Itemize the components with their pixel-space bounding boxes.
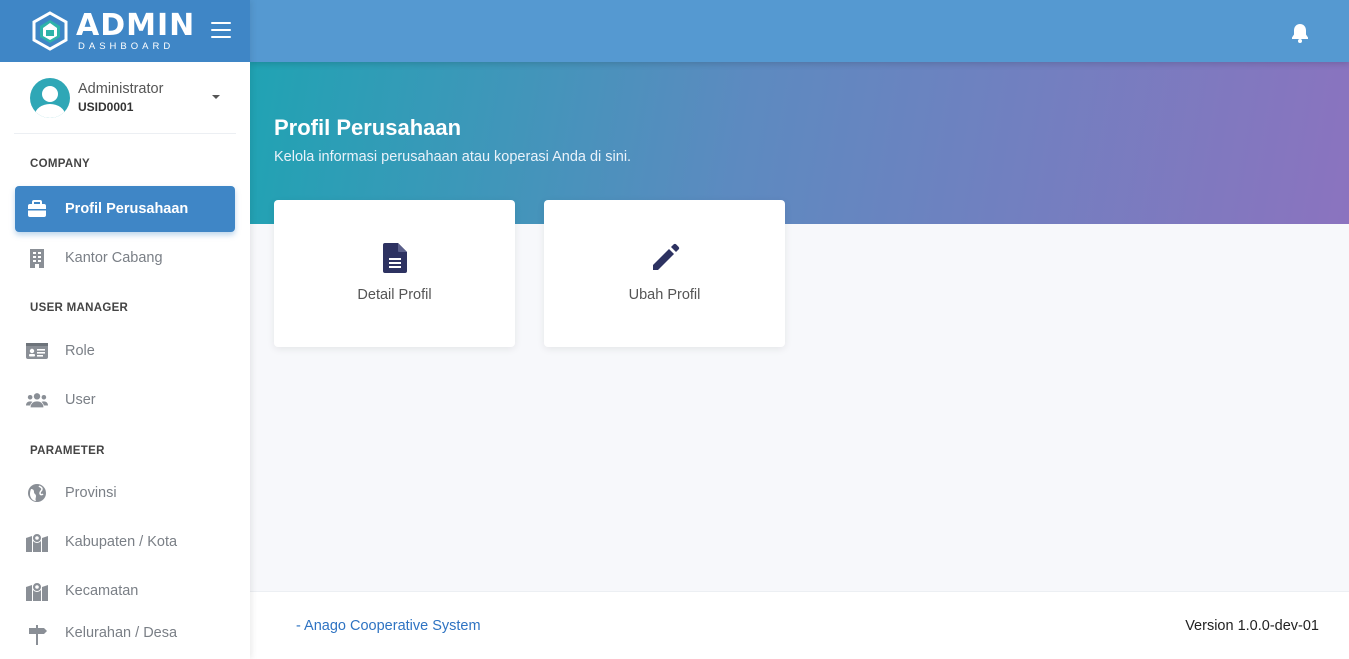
users-icon bbox=[26, 390, 48, 410]
logo-text: ADMIN DASHBOARD bbox=[76, 7, 196, 52]
sidebar-item-role[interactable]: Role bbox=[15, 328, 235, 374]
briefcase-icon bbox=[26, 199, 48, 219]
document-icon bbox=[380, 243, 410, 273]
sidebar-item-label: User bbox=[65, 392, 96, 408]
section-company: COMPANY bbox=[30, 158, 91, 170]
user-name: Administrator bbox=[78, 81, 164, 97]
user-menu[interactable]: Administrator USID0001 bbox=[14, 62, 236, 134]
sidebar-item-label: Provinsi bbox=[65, 485, 117, 501]
map-marker-icon bbox=[26, 581, 48, 601]
sidebar-item-kabupaten-kota[interactable]: Kabupaten / Kota bbox=[15, 519, 235, 565]
brand-bar: ADMIN DASHBOARD bbox=[0, 0, 250, 62]
detail-profil-card[interactable]: Detail Profil bbox=[274, 200, 515, 347]
sidebar-item-label: Kabupaten / Kota bbox=[65, 534, 178, 550]
logo-sub-text: DASHBOARD bbox=[78, 40, 175, 52]
sidebar-item-kelurahan-desa[interactable]: Kelurahan / Desa bbox=[15, 617, 235, 647]
caret-down-icon[interactable] bbox=[212, 95, 220, 99]
sidebar-item-label: Profil Perusahaan bbox=[65, 201, 189, 217]
bell-icon[interactable] bbox=[1291, 23, 1309, 43]
sidebar-item-kantor-cabang[interactable]: Kantor Cabang bbox=[15, 235, 235, 281]
sidebar-item-provinsi[interactable]: Provinsi bbox=[15, 470, 235, 516]
map-marker-icon bbox=[26, 532, 48, 552]
section-user-manager: USER MANAGER bbox=[30, 302, 129, 314]
pencil-icon bbox=[650, 243, 680, 273]
page-title: Profil Perusahaan bbox=[274, 115, 462, 140]
logo-main-text: ADMIN bbox=[76, 7, 196, 43]
sidebar-item-user[interactable]: User bbox=[15, 377, 235, 423]
footer: - Anago Cooperative System Version 1.0.0… bbox=[250, 591, 1349, 659]
page-subtitle: Kelola informasi perusahaan atau koperas… bbox=[274, 149, 632, 165]
building-icon bbox=[26, 248, 48, 268]
card-label: Ubah Profil bbox=[628, 287, 701, 303]
topbar bbox=[250, 0, 1349, 62]
sidebar-item-label: Role bbox=[65, 343, 95, 359]
menu-toggle-icon[interactable] bbox=[211, 22, 231, 38]
sidebar-item-kecamatan[interactable]: Kecamatan bbox=[15, 568, 235, 614]
sidebar-item-label: Kelurahan / Desa bbox=[65, 625, 178, 641]
id-card-icon bbox=[26, 341, 48, 361]
card-label: Detail Profil bbox=[357, 287, 432, 303]
user-id: USID0001 bbox=[78, 100, 134, 114]
avatar bbox=[30, 77, 70, 118]
signpost-icon bbox=[26, 625, 48, 645]
sidebar-item-label: Kantor Cabang bbox=[65, 250, 163, 266]
sidebar-item-label: Kecamatan bbox=[65, 583, 139, 599]
footer-version: Version 1.0.0-dev-01 bbox=[1185, 618, 1319, 634]
ubah-profil-card[interactable]: Ubah Profil bbox=[544, 200, 785, 347]
footer-app-link[interactable]: - Anago Cooperative System bbox=[296, 618, 481, 634]
globe-icon bbox=[26, 483, 48, 503]
sidebar: ADMIN DASHBOARD Administrator USID0001 C… bbox=[0, 0, 250, 659]
sidebar-item-profil-perusahaan[interactable]: Profil Perusahaan bbox=[15, 186, 235, 232]
section-parameter: PARAMETER bbox=[30, 445, 105, 457]
logo-icon bbox=[30, 11, 70, 51]
